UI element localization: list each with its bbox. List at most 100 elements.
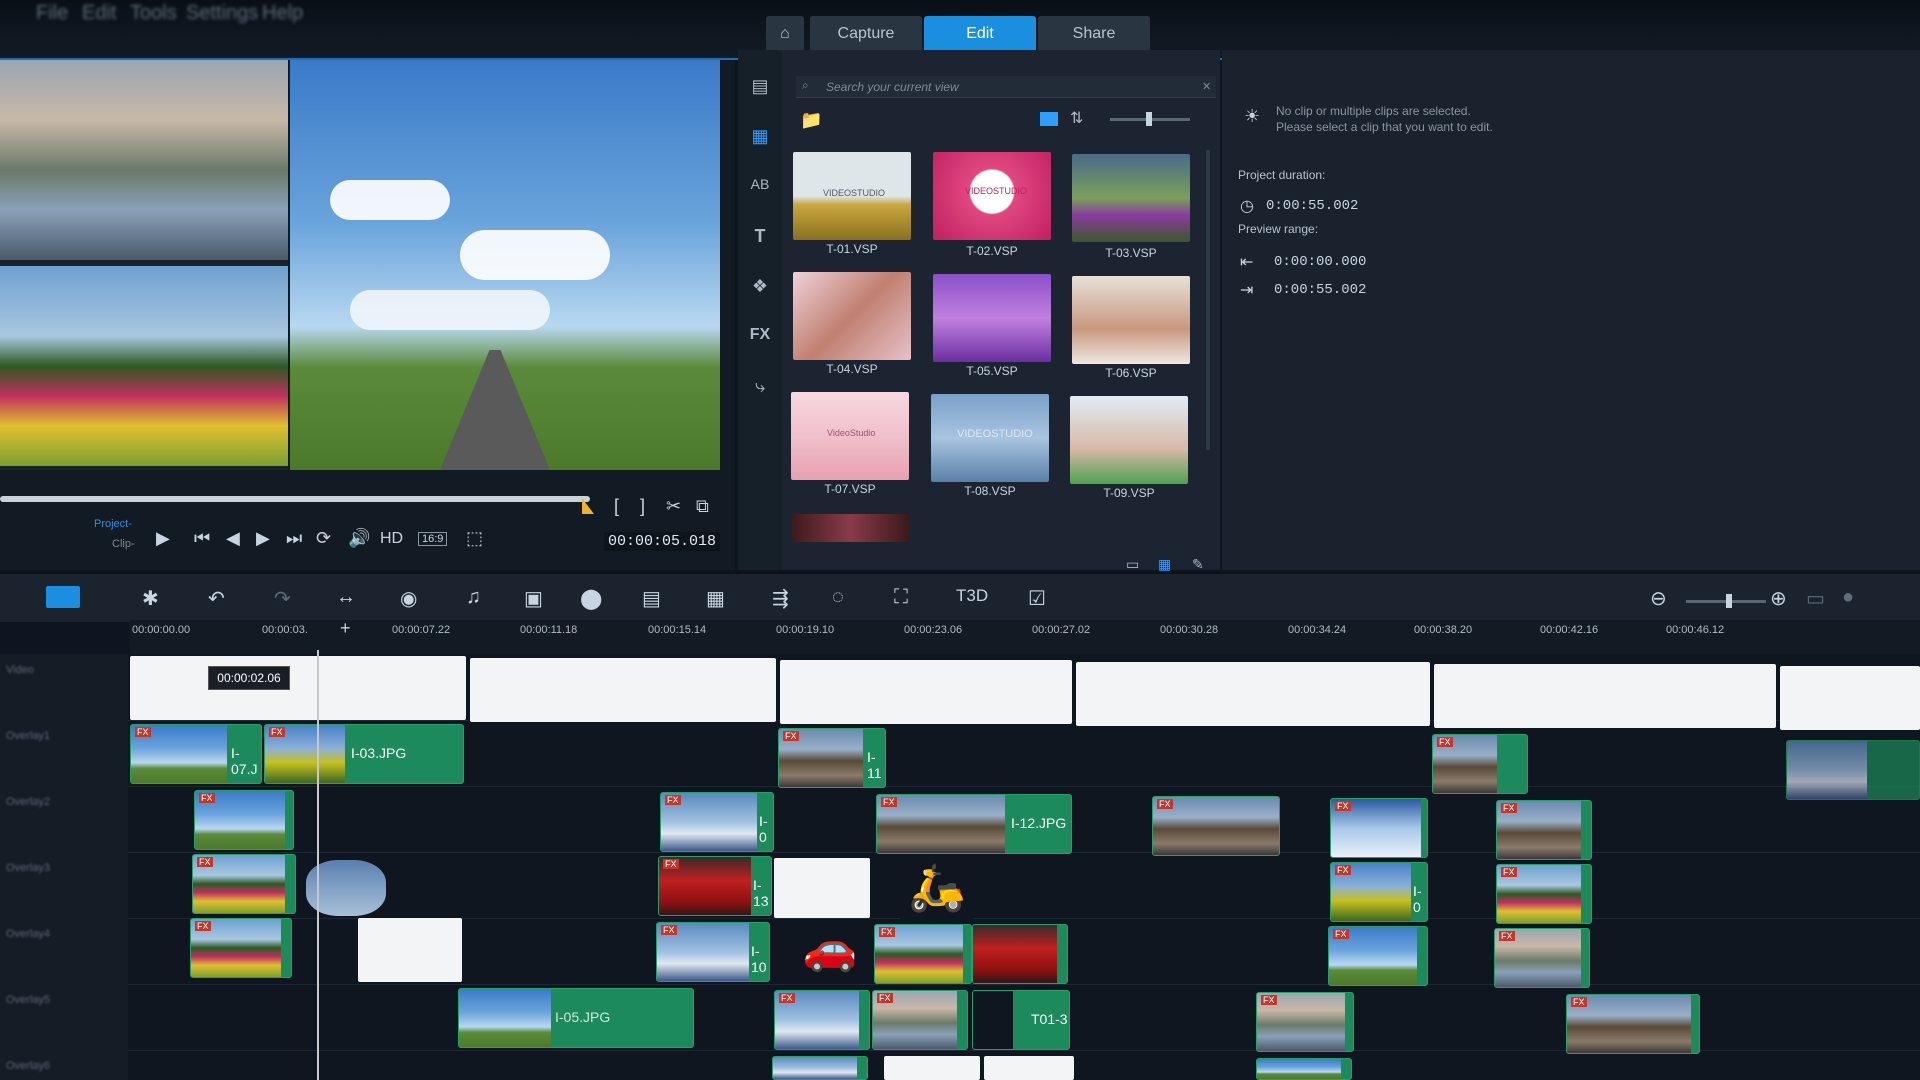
thumb-t02[interactable]: VIDEOSTUDIO [933, 152, 1051, 240]
overlay-clip[interactable]: FX I-0 [660, 792, 774, 852]
overlay-clip[interactable]: FX I-11 [778, 728, 886, 788]
thumb-t06[interactable] [1072, 276, 1190, 364]
overlay-clip[interactable]: FX I-0 [1330, 862, 1428, 922]
menu-edit[interactable]: Edit [82, 2, 116, 25]
project-duration-value[interactable]: 0:00:55.002 [1266, 198, 1358, 214]
resize-icon[interactable]: ⬚ [466, 528, 483, 549]
overlay-clip[interactable]: I-05.JPG [458, 988, 694, 1048]
overlay-clip[interactable]: FX [1256, 992, 1354, 1052]
thumb-t01[interactable]: VIDEOSTUDIO [793, 152, 911, 240]
tab-capture[interactable]: Capture [810, 16, 922, 52]
previous-frame-icon[interactable]: ◀ [226, 528, 240, 549]
menu-settings[interactable]: Settings [186, 2, 258, 25]
mode-clip[interactable]: Clip- [112, 538, 135, 550]
storyboard-view-icon[interactable]: ▭ [1126, 556, 1139, 573]
overlay-clip[interactable] [1256, 1058, 1352, 1080]
clear-search-icon[interactable]: ✕ [1202, 80, 1211, 93]
overlay-clip[interactable]: FX [1152, 796, 1280, 856]
sort-icon[interactable]: ⇅ [1070, 108, 1083, 128]
mark-in-button[interactable]: [ [614, 496, 619, 517]
transition-icon[interactable]: AB [748, 176, 772, 200]
record-capture-icon[interactable]: ◉ [400, 586, 417, 611]
overlay-clip[interactable] [972, 924, 1068, 984]
subtitle-editor-icon[interactable]: ▤ [642, 586, 661, 611]
auto-music-icon[interactable]: ▣ [524, 586, 543, 611]
thumb-t05[interactable] [933, 274, 1051, 362]
next-frame-icon[interactable]: ▶ [256, 528, 270, 549]
thumb-t10[interactable] [791, 514, 909, 542]
end-icon[interactable]: ⏭ [286, 528, 302, 549]
library-scrollbar[interactable] [1206, 150, 1210, 450]
overlay-clip[interactable]: FX [1496, 800, 1592, 860]
overlay-clip[interactable]: FX I-10 [656, 922, 770, 982]
thumbnail-size-handle[interactable] [1146, 112, 1152, 126]
undo-icon[interactable]: ↶ [208, 586, 225, 611]
range-start-value[interactable]: 0:00:00.000 [1274, 254, 1366, 270]
zoom-in-icon[interactable]: ⊕ [1770, 586, 1787, 611]
3d-title-icon[interactable]: T3D [956, 586, 988, 606]
white-overlay-clip[interactable] [774, 858, 870, 918]
motion-tracking-icon[interactable]: ⬤ [580, 586, 602, 611]
media-library-icon[interactable]: ▤ [748, 76, 772, 100]
overlay-clip[interactable]: FX I-12.JPG [876, 794, 1072, 854]
fit-project-icon[interactable]: ▭ [1806, 586, 1825, 611]
zoom-handle[interactable] [1726, 594, 1732, 608]
video-clip[interactable] [1780, 666, 1920, 730]
volume-icon[interactable]: 🔊 [348, 528, 370, 549]
tab-edit[interactable]: Edit [924, 16, 1036, 52]
overlay-clip[interactable]: FX I-03.JPG [264, 724, 464, 784]
overlay-clip[interactable]: FX [874, 924, 972, 984]
thumb-t03[interactable] [1072, 154, 1190, 242]
grid-view-icon[interactable]: ▦ [1158, 556, 1171, 573]
video-clip[interactable] [470, 658, 776, 722]
overlay-clip[interactable]: FX [1328, 926, 1428, 986]
pan-zoom-icon[interactable]: ⛶ [894, 586, 908, 609]
playhead[interactable] [317, 650, 319, 1080]
menu-file[interactable]: File [36, 2, 68, 25]
fx-icon[interactable]: FX [748, 326, 772, 350]
overlay-clip[interactable]: FX [1432, 734, 1528, 794]
overlay-clip[interactable]: FX [1494, 928, 1590, 988]
video-clip[interactable] [1076, 662, 1430, 726]
white-overlay-clip[interactable] [884, 1056, 980, 1080]
thumb-t04[interactable] [793, 272, 911, 360]
menu-tools[interactable]: Tools [130, 2, 177, 25]
overlay-clip[interactable]: FX [1496, 864, 1592, 924]
car-graphic-icon[interactable]: 🚗 [790, 922, 870, 982]
timecode-display[interactable]: 00:00:05.018 [604, 532, 721, 551]
thumb-t07[interactable]: VideoStudio [791, 392, 909, 480]
path-icon[interactable]: ⤷ [748, 376, 772, 400]
instant-project-icon[interactable]: ▦ [748, 126, 772, 150]
mode-project[interactable]: Project- [94, 518, 132, 530]
overlay-clip[interactable]: FX [190, 918, 292, 978]
video-clip[interactable] [780, 660, 1072, 724]
settings-dot-icon[interactable]: ● [1842, 586, 1854, 609]
mark-out-button[interactable]: ] [640, 496, 645, 517]
thumb-t08[interactable]: VIDEOSTUDIO [931, 394, 1049, 482]
overlay-clip[interactable]: FX I-13 [658, 856, 772, 916]
zoom-out-icon[interactable]: ⊖ [1650, 586, 1667, 611]
edit-icon[interactable]: ✎ [1192, 556, 1204, 573]
white-overlay-clip[interactable] [358, 918, 462, 982]
library-search-input[interactable]: Search your current view [796, 76, 1216, 98]
overlay-clip[interactable]: FX [194, 790, 294, 850]
add-folder-icon[interactable]: 📁 [800, 110, 822, 131]
split-clip-icon[interactable]: ✂ [666, 496, 681, 517]
aspect-ratio-button[interactable]: 16:9 [418, 532, 448, 546]
customize-toolbar-icon[interactable]: ✱ [142, 586, 159, 611]
overlay-clip[interactable]: FX [1566, 994, 1700, 1054]
thumb-t09[interactable] [1070, 396, 1188, 484]
enlarge-preview-icon[interactable]: ⧉ [696, 496, 709, 517]
overlay-clip[interactable] [1786, 740, 1920, 800]
video-clip[interactable] [130, 656, 466, 720]
overlay-clip[interactable]: FX [774, 990, 870, 1050]
timeline-view-icon[interactable] [46, 586, 80, 608]
split-screen-icon[interactable]: ☑ [1028, 586, 1046, 611]
overlay-clip[interactable]: FX [872, 990, 968, 1050]
overlay-clip[interactable]: FX [1330, 798, 1428, 858]
overlay-clip[interactable]: FX I-07.J [130, 724, 262, 784]
sound-mixer-icon[interactable]: ♫ [466, 586, 481, 609]
fit-to-window-icon[interactable]: ↔ [336, 586, 356, 609]
redo-icon[interactable]: ↷ [274, 586, 291, 611]
home-start-icon[interactable]: ⏮ [194, 528, 210, 549]
